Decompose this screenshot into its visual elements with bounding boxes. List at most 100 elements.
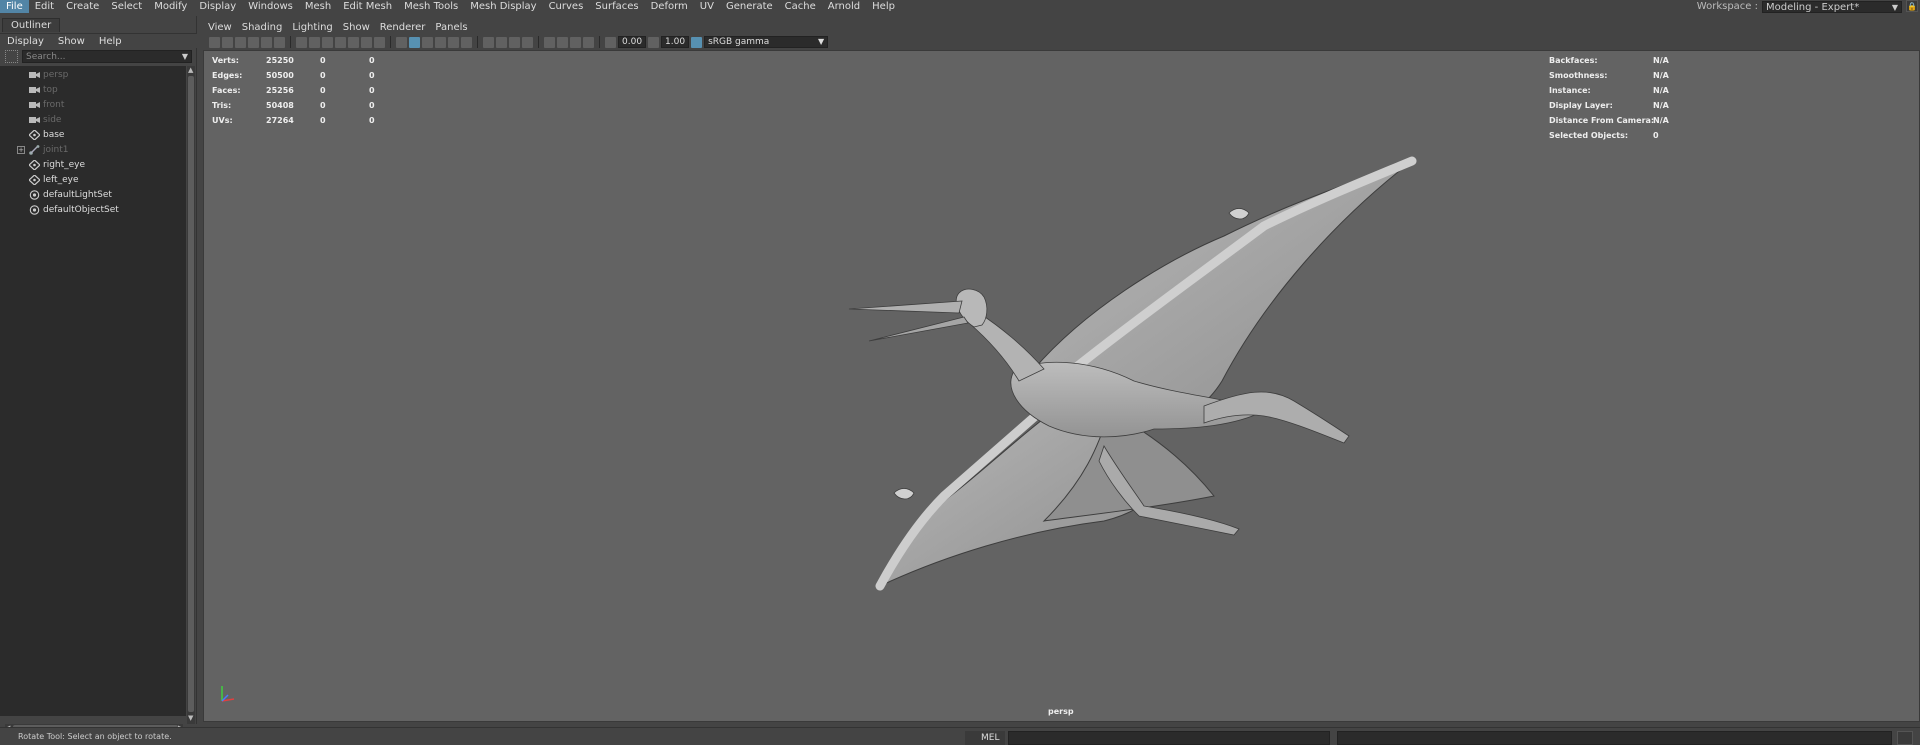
expand-icon[interactable]: +	[17, 146, 25, 154]
viewport-3d[interactable]: Verts: 25250 0 0 Edges: 50500 0 0 Faces: 25256 0 0 T…	[203, 50, 1920, 722]
safe-action-icon[interactable]	[361, 36, 372, 48]
workspace-selector: Workspace : Modeling - Expert* ▼	[1697, 0, 1902, 13]
film-gate-icon[interactable]	[309, 36, 320, 48]
xray-joints-icon[interactable]	[570, 36, 581, 48]
xray-active-icon[interactable]	[583, 36, 594, 48]
outliner-item-right-eye[interactable]: right_eye	[0, 158, 186, 172]
wireframe-icon[interactable]	[396, 36, 407, 48]
motion-blur-icon[interactable]	[496, 36, 507, 48]
use-all-lights-icon[interactable]	[448, 36, 459, 48]
workspace-label: Workspace :	[1696, 1, 1758, 12]
menu-file[interactable]: File	[0, 0, 29, 13]
ambient-occlusion-icon[interactable]	[483, 36, 494, 48]
viewport-menu-renderer[interactable]: Renderer	[375, 22, 431, 33]
scroll-up-icon[interactable]: ▲	[188, 66, 193, 74]
menu-arnold[interactable]: Arnold	[822, 0, 866, 13]
menu-display[interactable]: Display	[193, 0, 242, 13]
menu-deform[interactable]: Deform	[645, 0, 694, 13]
pterosaur-model[interactable]	[204, 51, 1919, 721]
mel-language-toggle[interactable]: MEL	[965, 731, 1005, 745]
field-chart-icon[interactable]	[348, 36, 359, 48]
outliner-menu-help[interactable]: Help	[92, 36, 129, 47]
outliner-list: persp top front side base + joint1 right_eye lef…	[0, 66, 186, 716]
xray-icon[interactable]	[557, 36, 568, 48]
safe-title-icon[interactable]	[374, 36, 385, 48]
menu-cache[interactable]: Cache	[779, 0, 822, 13]
viewport-menu-panels[interactable]: Panels	[430, 22, 472, 33]
toolbar-divider	[599, 36, 600, 48]
outliner-item-base[interactable]: base	[0, 128, 186, 142]
menu-edit-mesh[interactable]: Edit Mesh	[337, 0, 398, 13]
outliner-item-left-eye[interactable]: left_eye	[0, 173, 186, 187]
menu-modify[interactable]: Modify	[148, 0, 193, 13]
outliner-item-persp[interactable]: persp	[0, 68, 186, 82]
viewport-menu-lighting[interactable]: Lighting	[287, 22, 337, 33]
depth-of-field-icon[interactable]	[522, 36, 533, 48]
outliner-item-joint1[interactable]: + joint1	[0, 143, 186, 157]
color-management-dropdown[interactable]: sRGB gamma ▼	[704, 36, 829, 48]
outliner-menu-show[interactable]: Show	[51, 36, 92, 47]
menu-help[interactable]: Help	[866, 0, 901, 13]
outliner-menu-display[interactable]: Display	[0, 36, 51, 47]
outliner-search-input[interactable]: Search... ▼	[22, 50, 192, 63]
textured-icon[interactable]	[435, 36, 446, 48]
2d-pan-zoom-icon[interactable]	[261, 36, 272, 48]
smooth-shade-icon[interactable]	[409, 36, 420, 48]
viewport-menu-view[interactable]: View	[203, 22, 237, 33]
gamma-icon[interactable]	[648, 36, 660, 48]
outliner-vertical-scrollbar[interactable]: ▲ ▼	[187, 66, 195, 724]
outliner-tab[interactable]: Outliner	[2, 18, 61, 32]
view-transform-value: sRGB gamma	[708, 37, 770, 47]
resolution-gate-icon[interactable]	[322, 36, 333, 48]
command-line-input[interactable]	[1008, 731, 1330, 745]
color-management-icon[interactable]	[691, 36, 703, 48]
menu-edit[interactable]: Edit	[29, 0, 60, 13]
transform-icon	[28, 159, 41, 171]
scroll-down-icon[interactable]: ▼	[188, 714, 193, 722]
camera-attributes-icon[interactable]	[222, 36, 233, 48]
outliner-item-defaultobjectset[interactable]: defaultObjectSet	[0, 203, 186, 217]
filter-icon[interactable]	[5, 50, 18, 63]
outliner-item-side[interactable]: side	[0, 113, 186, 127]
lock-icon[interactable]: 🔒	[1906, 0, 1918, 12]
menu-create[interactable]: Create	[60, 0, 105, 13]
menu-curves[interactable]: Curves	[543, 0, 590, 13]
exposure-field[interactable]: 0.00	[618, 36, 647, 48]
isolate-select-icon[interactable]	[544, 36, 555, 48]
rear-leg-upper	[1203, 391, 1350, 444]
default-material-icon[interactable]	[422, 36, 433, 48]
transform-icon	[28, 174, 41, 186]
script-editor-icon[interactable]	[1897, 731, 1913, 745]
outliner-item-defaultlightset[interactable]: defaultLightSet	[0, 188, 186, 202]
command-result-field	[1337, 731, 1892, 745]
grease-pencil-icon[interactable]	[274, 36, 285, 48]
view-axis-icon	[221, 686, 235, 702]
chevron-down-icon[interactable]: ▼	[182, 51, 188, 63]
grid-icon[interactable]	[296, 36, 307, 48]
viewport-menu-show[interactable]: Show	[338, 22, 375, 33]
camera-select-icon[interactable]	[209, 36, 220, 48]
outliner-item-top[interactable]: top	[0, 83, 186, 97]
workspace-dropdown[interactable]: Modeling - Expert* ▼	[1762, 0, 1902, 13]
shadows-icon[interactable]	[461, 36, 472, 48]
anti-aliasing-icon[interactable]	[509, 36, 520, 48]
gate-mask-icon[interactable]	[335, 36, 346, 48]
image-plane-icon[interactable]	[248, 36, 259, 48]
workspace-value: Modeling - Expert*	[1766, 1, 1860, 13]
scrollbar-thumb[interactable]	[188, 76, 194, 712]
menu-uv[interactable]: UV	[694, 0, 720, 13]
outliner-menu: Display Show Help	[0, 33, 197, 48]
menu-windows[interactable]: Windows	[242, 0, 299, 13]
menu-mesh-tools[interactable]: Mesh Tools	[398, 0, 464, 13]
menu-generate[interactable]: Generate	[720, 0, 779, 13]
gamma-field[interactable]: 1.00	[661, 36, 690, 48]
exposure-icon[interactable]	[605, 36, 616, 48]
menu-select[interactable]: Select	[105, 0, 148, 13]
menu-mesh[interactable]: Mesh	[299, 0, 337, 13]
menu-surfaces[interactable]: Surfaces	[589, 0, 644, 13]
menu-mesh-display[interactable]: Mesh Display	[464, 0, 542, 13]
main-menu-bar: File Edit Create Select Modify Display Windows…	[0, 0, 1920, 13]
viewport-menu-shading[interactable]: Shading	[237, 22, 288, 33]
outliner-item-front[interactable]: front	[0, 98, 186, 112]
bookmark-icon[interactable]	[235, 36, 246, 48]
